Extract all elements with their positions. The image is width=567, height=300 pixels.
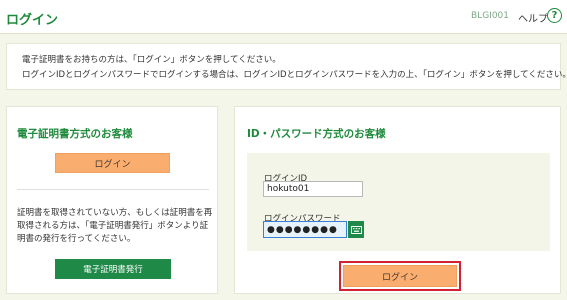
notice-line-1: 電子証明書をお持ちの方は、「ログイン」ボタンを押してください。 xyxy=(22,55,281,65)
certificate-login-button[interactable]: ログイン xyxy=(55,153,170,173)
panel-divider xyxy=(17,189,209,190)
notice-line-2: ログインIDとログインパスワードでログインする場合は、ログインIDとログインパス… xyxy=(22,70,567,80)
help-link[interactable]: ヘルプ xyxy=(518,10,548,25)
keyboard-icon[interactable] xyxy=(348,221,364,238)
password-login-button[interactable]: ログイン xyxy=(343,265,457,287)
header-bar: ログイン BLGI001 ヘルプ ? xyxy=(0,0,567,34)
password-panel-title: ID・パスワード方式のお客様 xyxy=(247,128,386,140)
certificate-description: 証明書を取得されていない方、もしくは証明書を再取得される方は、「電子証明書発行」… xyxy=(17,208,213,244)
help-icon[interactable]: ? xyxy=(547,8,562,23)
issue-certificate-button[interactable]: 電子証明書発行 xyxy=(55,259,171,279)
login-id-input[interactable] xyxy=(263,181,363,197)
login-password-input[interactable] xyxy=(263,221,347,238)
login-form: ログインID ログインパスワード xyxy=(247,153,550,251)
screen-id: BLGI001 xyxy=(471,11,509,21)
password-login-panel: ID・パスワード方式のお客様 ログインID ログインパスワード ログイン xyxy=(234,106,561,294)
login-notice: 電子証明書をお持ちの方は、「ログイン」ボタンを押してください。 ログインIDとロ… xyxy=(6,43,567,90)
certificate-login-panel: 電子証明書方式のお客様 ログイン 証明書を取得されていない方、もしくは証明書を再… xyxy=(6,106,218,294)
page-title: ログイン xyxy=(6,13,59,28)
certificate-panel-title: 電子証明書方式のお客様 xyxy=(17,128,133,140)
